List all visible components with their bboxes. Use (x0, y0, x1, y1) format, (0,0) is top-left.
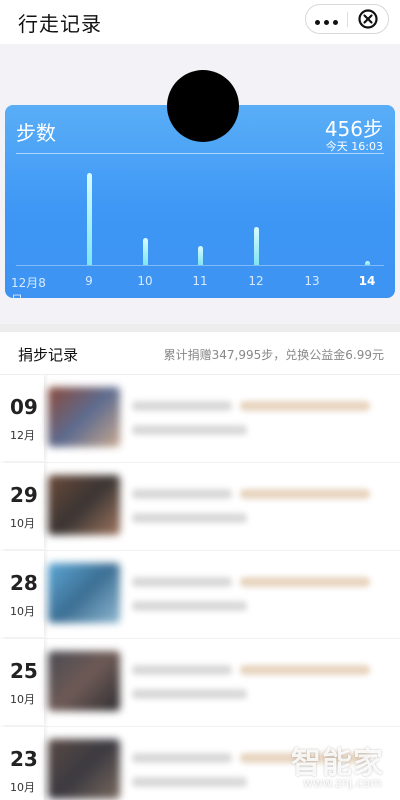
blurred-title (132, 489, 232, 499)
chart-bar (143, 238, 148, 265)
more-icon (313, 10, 340, 29)
chart-x-label: 13 (304, 274, 320, 288)
record-thumbnail (48, 387, 120, 447)
blurred-text (240, 401, 370, 411)
record-month: 12月 (10, 429, 35, 442)
blurred-text (240, 577, 370, 587)
record-thumbnail (48, 475, 120, 535)
chart-x-label: 10 (137, 274, 153, 288)
record-month: 10月 (10, 517, 35, 530)
blurred-title (132, 665, 232, 675)
blurred-subtitle (132, 689, 247, 699)
chart-bar (87, 173, 92, 265)
donation-header: 捐步记录 累计捐赠347,995步，兑换公益金6.99元 (0, 332, 400, 375)
navigation-bar: 行走记录 (0, 0, 400, 44)
record-day: 09 (10, 395, 38, 419)
capsule-divider (347, 12, 348, 27)
record-day: 28 (10, 571, 38, 595)
chart-x-label: 14 (358, 274, 376, 288)
more-button[interactable] (306, 5, 347, 33)
donation-record-list: 09 12月 29 10月 28 10月 25 10月 23 10月 (0, 375, 400, 800)
record-date: 25 10月 (0, 639, 44, 725)
record-item[interactable]: 25 10月 (0, 639, 400, 727)
close-button[interactable] (357, 8, 379, 30)
record-day: 23 (10, 747, 38, 771)
blurred-text (240, 665, 370, 675)
blurred-title (132, 753, 232, 763)
close-icon (358, 9, 378, 29)
card-title: 步数 (16, 121, 56, 145)
record-month: 10月 (10, 693, 35, 706)
card-divider (16, 153, 384, 154)
record-day: 25 (10, 659, 38, 683)
blurred-title (132, 577, 232, 587)
record-month: 10月 (10, 605, 35, 618)
steps-time: 今天 16:03 (325, 140, 383, 153)
chart-bar (365, 261, 370, 265)
blurred-subtitle (132, 425, 247, 435)
chart-baseline (16, 265, 384, 266)
chart-x-label: 9 (85, 274, 93, 288)
donation-title: 捐步记录 (18, 346, 79, 364)
blurred-subtitle (132, 513, 247, 523)
donation-summary: 累计捐赠347,995步，兑换公益金6.99元 (163, 348, 384, 362)
watermark-logo: 智能家 www.znj.com (283, 738, 393, 794)
chart-x-label: 12 (248, 274, 264, 288)
watermark-url: www.znj.com (303, 776, 382, 790)
record-item[interactable]: 09 12月 (0, 375, 400, 463)
record-item[interactable]: 28 10月 (0, 551, 400, 639)
chart-x-label: 12月8日 (11, 276, 46, 298)
record-date: 23 10月 (0, 727, 44, 800)
blurred-text (240, 489, 370, 499)
blurred-subtitle (132, 601, 247, 611)
record-thumbnail (48, 739, 120, 799)
mini-program-capsule (305, 4, 389, 34)
record-month: 10月 (10, 781, 35, 794)
record-date: 29 10月 (0, 463, 44, 549)
blurred-subtitle (132, 777, 247, 787)
user-avatar[interactable] (167, 70, 239, 142)
record-thumbnail (48, 651, 120, 711)
record-day: 29 (10, 483, 38, 507)
record-date: 28 10月 (0, 551, 44, 637)
page-title: 行走记录 (18, 12, 102, 36)
record-thumbnail (48, 563, 120, 623)
chart-bar (254, 227, 259, 265)
record-date: 09 12月 (0, 375, 44, 461)
chart-bar (198, 246, 203, 265)
blurred-title (132, 401, 232, 411)
record-item[interactable]: 29 10月 (0, 463, 400, 551)
chart-x-label: 11 (192, 274, 208, 288)
